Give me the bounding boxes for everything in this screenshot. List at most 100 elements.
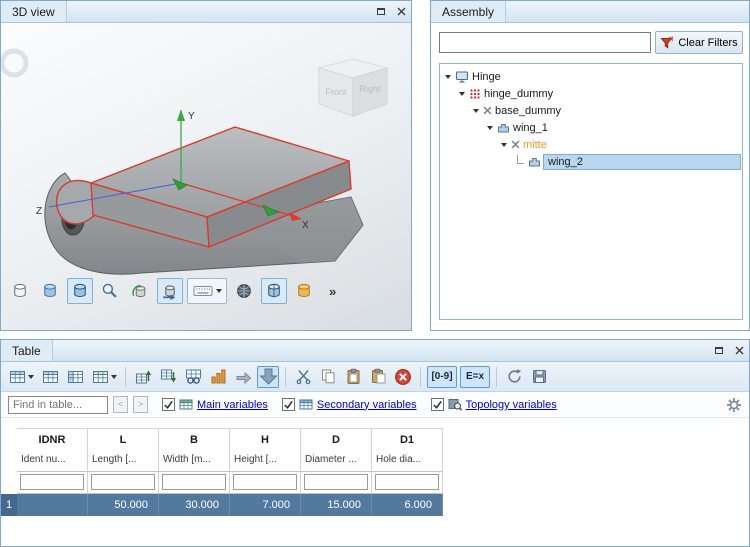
tab-3d-view[interactable]: 3D view bbox=[1, 1, 67, 22]
insert-row-above-button[interactable] bbox=[132, 366, 154, 388]
filter-input-h[interactable] bbox=[233, 474, 297, 490]
dock-icon bbox=[715, 347, 723, 354]
find-in-table-input[interactable] bbox=[8, 395, 108, 414]
tree-item-label: base_dummy bbox=[495, 104, 562, 117]
sort-columns-button[interactable] bbox=[207, 366, 229, 388]
3d-view-title: 3D view bbox=[12, 4, 55, 19]
tree-item-base-dummy[interactable]: base_dummy bbox=[440, 102, 742, 119]
transfer-down-button[interactable] bbox=[257, 365, 279, 388]
expander-icon[interactable] bbox=[473, 108, 479, 113]
topology-variables-checkbox[interactable]: Topology variables bbox=[430, 398, 557, 411]
table-view-b-button[interactable] bbox=[64, 366, 86, 388]
cylinder-blue-active-icon bbox=[74, 283, 86, 297]
tree-item-label: Hinge bbox=[472, 70, 501, 83]
cell-d1[interactable]: 6.000 bbox=[372, 494, 443, 516]
clear-filters-button[interactable]: Clear Filters bbox=[655, 31, 743, 54]
column-header-b[interactable]: B Width [m... bbox=[159, 428, 230, 472]
find-previous-button[interactable]: < bbox=[113, 396, 128, 413]
close-button[interactable] bbox=[391, 1, 411, 22]
tree-item-wing-2[interactable]: wing_2 bbox=[440, 153, 742, 170]
view-toolbar: » bbox=[7, 278, 340, 304]
cell-h[interactable]: 7.000 bbox=[230, 494, 301, 516]
tab-table[interactable]: Table bbox=[1, 340, 53, 361]
nav-wheel-icon[interactable] bbox=[1, 48, 29, 78]
row-header-spacer bbox=[1, 472, 17, 494]
table-settings-button[interactable] bbox=[726, 397, 742, 413]
dock-button[interactable] bbox=[709, 340, 729, 361]
assembly-filter-input[interactable] bbox=[439, 32, 651, 53]
table-view-a-button[interactable] bbox=[39, 366, 61, 388]
checkbox bbox=[281, 398, 295, 411]
column-header-d1[interactable]: D1 Hole dia... bbox=[372, 428, 443, 472]
cylinder-shaded-button[interactable] bbox=[37, 278, 63, 304]
cell-l[interactable]: 50.000 bbox=[88, 494, 159, 516]
cell-b[interactable]: 30.000 bbox=[159, 494, 230, 516]
filter-input-d[interactable] bbox=[304, 474, 368, 490]
close-button[interactable] bbox=[729, 340, 749, 361]
assembly-root-icon bbox=[456, 71, 468, 83]
table-format-dropdown[interactable] bbox=[89, 366, 119, 388]
view-cube[interactable]: Front Right bbox=[317, 58, 389, 117]
table-row[interactable]: 1 50.000 30.000 7.000 15.000 6.000 bbox=[1, 494, 443, 516]
gear-icon bbox=[727, 397, 741, 412]
filter-input-b[interactable] bbox=[162, 474, 226, 490]
cylinder-shaded-edges-button[interactable] bbox=[67, 278, 93, 304]
cell-d[interactable]: 15.000 bbox=[301, 494, 372, 516]
cylinder-blue-icon bbox=[44, 283, 56, 297]
tree-item-hinge-dummy[interactable]: hinge_dummy bbox=[440, 85, 742, 102]
table-layout-dropdown[interactable] bbox=[6, 366, 36, 388]
x-axis-label: X bbox=[302, 220, 309, 231]
tree-item-mitte[interactable]: mitte bbox=[440, 136, 742, 153]
row-header-spacer bbox=[1, 428, 17, 472]
tree-item-wing-1[interactable]: wing_1 bbox=[440, 119, 742, 136]
tree-item-hinge[interactable]: Hinge bbox=[440, 68, 742, 85]
table-find-row: < > Main variables Secondary variables T… bbox=[1, 392, 749, 418]
mesh-view-button[interactable] bbox=[231, 278, 257, 304]
copy-button[interactable] bbox=[317, 366, 339, 388]
find-next-button[interactable]: > bbox=[133, 396, 148, 413]
secondary-variables-checkbox[interactable]: Secondary variables bbox=[281, 398, 417, 411]
expander-icon[interactable] bbox=[487, 125, 493, 130]
secondary-variables-label: Secondary variables bbox=[316, 398, 417, 411]
expander-icon[interactable] bbox=[445, 74, 451, 79]
rotate-view-button[interactable] bbox=[127, 278, 153, 304]
paste-contents-button[interactable] bbox=[367, 366, 389, 388]
dummy-part-icon bbox=[470, 88, 480, 99]
paste-button[interactable] bbox=[342, 366, 364, 388]
zoom-button[interactable] bbox=[97, 278, 123, 304]
assembly-body: Clear Filters Hinge hinge_dummy base_dum… bbox=[431, 23, 749, 330]
column-header-l[interactable]: L Length [... bbox=[88, 428, 159, 472]
spin-view-button[interactable] bbox=[157, 278, 183, 304]
column-header-d[interactable]: D Diameter ... bbox=[301, 428, 372, 472]
clip-view-button[interactable] bbox=[261, 278, 287, 304]
column-header-h[interactable]: H Height [... bbox=[230, 428, 301, 472]
filter-input-idnr[interactable] bbox=[20, 474, 84, 490]
toggle-numeric-button[interactable]: [0-9] bbox=[427, 365, 457, 388]
dock-button[interactable] bbox=[371, 1, 391, 22]
toggle-formula-button[interactable]: E=x bbox=[460, 365, 490, 388]
solid-view-button[interactable] bbox=[291, 278, 317, 304]
expander-icon[interactable] bbox=[501, 142, 507, 147]
toolbar-overflow-button[interactable]: » bbox=[325, 284, 340, 299]
column-header-idnr[interactable]: IDNR Ident nu... bbox=[17, 428, 88, 472]
table-inspect-button[interactable] bbox=[182, 366, 204, 388]
row-number[interactable]: 1 bbox=[1, 494, 17, 516]
cut-button[interactable] bbox=[292, 366, 314, 388]
refresh-button[interactable] bbox=[503, 366, 525, 388]
tab-assembly[interactable]: Assembly bbox=[431, 1, 507, 22]
arrow-right-icon bbox=[236, 371, 251, 385]
main-variables-checkbox[interactable]: Main variables bbox=[162, 398, 268, 411]
3d-viewport[interactable]: Front Right Y X Z » bbox=[1, 23, 411, 330]
cancel-button[interactable] bbox=[392, 366, 414, 388]
filter-input-d1[interactable] bbox=[375, 474, 439, 490]
expander-icon[interactable] bbox=[459, 91, 465, 96]
filter-input-l[interactable] bbox=[91, 474, 155, 490]
tree-item-label: mitte bbox=[523, 138, 547, 151]
apply-right-button[interactable] bbox=[232, 366, 254, 388]
spin-cylinder-icon bbox=[163, 285, 176, 300]
input-mode-dropdown[interactable] bbox=[187, 278, 227, 304]
cell-idnr[interactable] bbox=[17, 494, 88, 516]
insert-row-below-button[interactable] bbox=[157, 366, 179, 388]
save-button[interactable] bbox=[528, 366, 550, 388]
cylinder-wireframe-button[interactable] bbox=[7, 278, 33, 304]
